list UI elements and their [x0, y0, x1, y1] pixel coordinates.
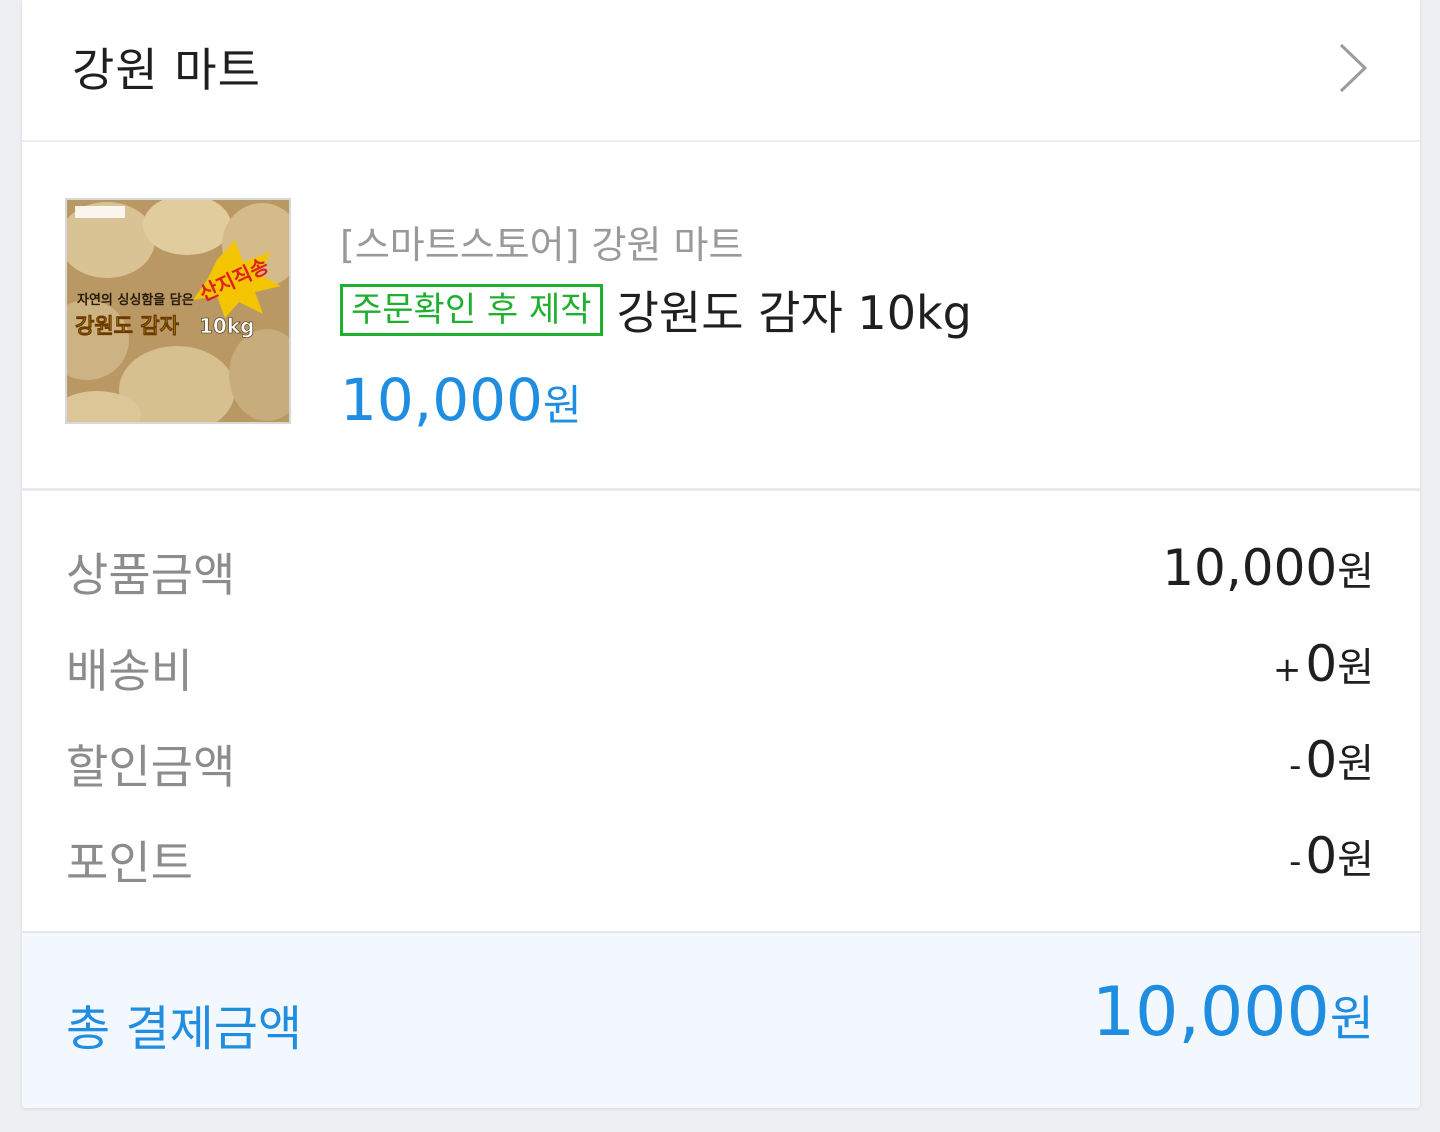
- product-price-unit: 원: [542, 381, 582, 430]
- order-summary-card: 강원 마트 산지직송 자연의 싱싱함을 담은 강원도 감자 10kg [스마트스…: [22, 0, 1420, 1108]
- row-discount: 할인금액 -0원: [22, 719, 1420, 799]
- row-points: 포인트 -0원: [22, 815, 1420, 895]
- product-price: 10,000원: [340, 366, 582, 434]
- row-label: 배송비: [66, 644, 193, 698]
- row-value: -0원: [1289, 731, 1374, 789]
- row-label: 포인트: [66, 836, 193, 890]
- row-value: 10,000원: [1162, 539, 1374, 597]
- row-value: -0원: [1289, 827, 1374, 885]
- store-header-link[interactable]: 강원 마트: [22, 0, 1420, 142]
- product-item[interactable]: 산지직송 자연의 싱싱함을 담은 강원도 감자 10kg [스마트스토어] 강원…: [22, 142, 1420, 491]
- chevron-right-icon: [1339, 43, 1368, 93]
- price-breakdown: 상품금액 10,000원 배송비 +0원 할인금액 -0원 포인트 -0원: [22, 491, 1420, 933]
- thumbnail-headline: 강원도 감자: [75, 314, 180, 338]
- total-payment: 총 결제금액 10,000원: [22, 933, 1420, 1108]
- product-title: 강원도 감자 10kg: [616, 286, 972, 340]
- product-price-number: 10,000: [340, 366, 543, 434]
- product-thumbnail[interactable]: 산지직송 자연의 싱싱함을 담은 강원도 감자 10kg: [65, 198, 291, 424]
- total-label: 총 결제금액: [66, 1001, 303, 1057]
- seller-name: [스마트스토어] 강원 마트: [340, 223, 744, 267]
- store-name: 강원 마트: [72, 43, 261, 97]
- thumbnail-caption: 자연의 싱싱함을 담은: [77, 292, 194, 308]
- row-label: 상품금액: [66, 548, 236, 602]
- row-value: +0원: [1272, 635, 1374, 693]
- made-to-order-badge: 주문확인 후 제작: [340, 284, 603, 336]
- total-amount: 10,000원: [1091, 973, 1374, 1052]
- row-product-amount: 상품금액 10,000원: [22, 527, 1420, 607]
- thumbnail-weight: 10kg: [199, 314, 254, 338]
- row-shipping-fee: 배송비 +0원: [22, 623, 1420, 703]
- row-label: 할인금액: [66, 740, 236, 794]
